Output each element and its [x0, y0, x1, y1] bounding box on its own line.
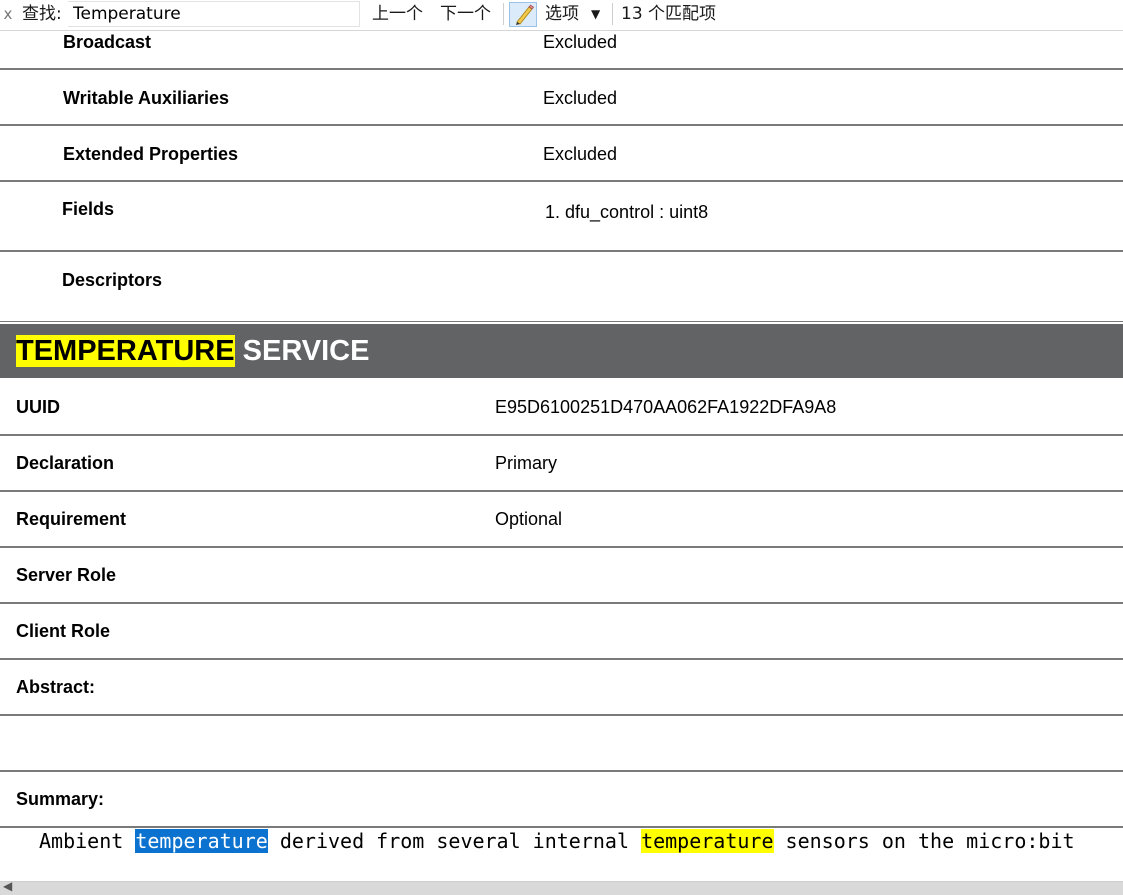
- row-key: Extended Properties: [63, 144, 239, 164]
- service-title: TEMPERATURE SERVICE: [16, 334, 369, 368]
- scroll-left-arrow-icon[interactable]: ◀: [3, 879, 12, 893]
- service-title-rest: SERVICE: [234, 335, 370, 367]
- row-key: Broadcast: [63, 32, 152, 52]
- find-next-button[interactable]: 下一个: [440, 0, 491, 29]
- table-row: Declaration Primary: [0, 436, 1123, 492]
- toolbar-separator: [503, 3, 504, 25]
- table-row: Client Role: [0, 604, 1123, 660]
- match-count: 13 个匹配项: [621, 4, 717, 24]
- table-row: Fields 1. dfu_control : uint8: [0, 182, 1123, 252]
- table-row: Summary:: [0, 772, 1123, 828]
- caret-down-icon[interactable]: ▼: [591, 0, 600, 29]
- table-row: Abstract:: [0, 660, 1123, 716]
- row-key: UUID: [16, 397, 60, 417]
- table-row: Extended Properties Excluded: [0, 126, 1123, 182]
- summary-text: Ambient temperature derived from several…: [39, 828, 1099, 854]
- table-row: Descriptors: [0, 252, 1123, 322]
- summary-text-part: derived from several internal: [267, 829, 642, 853]
- service-header: TEMPERATURE SERVICE: [0, 324, 1123, 378]
- options-button[interactable]: 选项: [545, 0, 579, 29]
- current-search-match: temperature: [135, 829, 268, 853]
- row-key: Declaration: [16, 453, 115, 473]
- row-value: Excluded: [543, 88, 618, 108]
- search-match-highlight: TEMPERATURE: [16, 335, 235, 367]
- table-row: Requirement Optional: [0, 492, 1123, 548]
- find-bar: x 查找: 上一个 下一个 选项 ▼ 13 个匹配项: [0, 0, 1123, 31]
- toolbar-separator: [612, 3, 613, 25]
- row-value: Excluded: [543, 144, 618, 164]
- table-row: Broadcast Excluded: [0, 30, 1123, 70]
- search-match-highlight: temperature: [641, 829, 774, 853]
- row-value: Optional: [495, 509, 563, 529]
- row-value: Primary: [495, 453, 557, 473]
- pencil-icon[interactable]: [509, 2, 537, 27]
- row-key: Server Role: [16, 565, 117, 585]
- summary-text-part: sensors on the micro:bit: [773, 829, 1075, 853]
- row-key: Writable Auxiliaries: [63, 88, 230, 108]
- row-value: 1. dfu_control : uint8: [545, 202, 709, 222]
- find-input[interactable]: [68, 1, 360, 27]
- find-label: 查找:: [22, 4, 62, 24]
- row-key: Summary:: [16, 789, 105, 809]
- row-value: E95D6100251D470AA062FA1922DFA9A8: [495, 397, 837, 417]
- find-previous-button[interactable]: 上一个: [372, 0, 423, 29]
- pencil-icon-graphic: [516, 4, 535, 25]
- table-row: Server Role: [0, 548, 1123, 604]
- row-key: Client Role: [16, 621, 111, 641]
- table-row: [0, 716, 1123, 772]
- row-key: Requirement: [16, 509, 127, 529]
- table-row: UUID E95D6100251D470AA062FA1922DFA9A8: [0, 378, 1123, 436]
- row-value: Excluded: [543, 32, 618, 52]
- close-icon[interactable]: x: [2, 0, 14, 29]
- row-key: Descriptors: [62, 270, 163, 290]
- row-key: Fields: [62, 199, 115, 219]
- table-row: Writable Auxiliaries Excluded: [0, 70, 1123, 126]
- summary-text-part: Ambient: [39, 829, 136, 853]
- horizontal-scrollbar[interactable]: ◀: [0, 879, 1123, 895]
- row-key: Abstract:: [16, 677, 96, 697]
